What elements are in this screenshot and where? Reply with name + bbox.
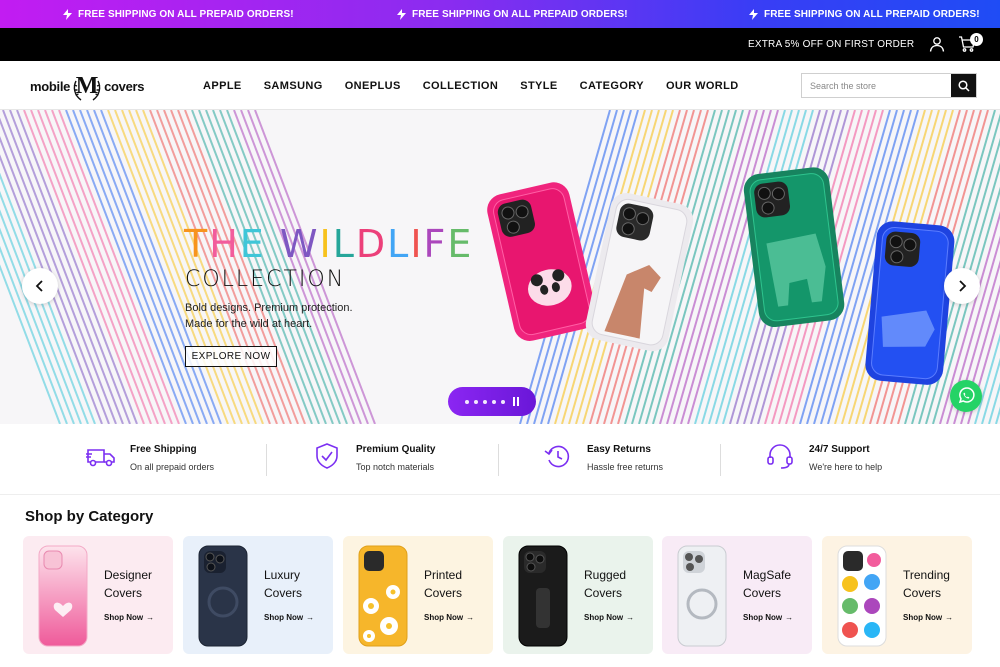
return-icon xyxy=(544,445,570,468)
arrow-right-icon: → xyxy=(466,613,475,622)
divider xyxy=(266,444,267,476)
logo-mark: M xyxy=(73,73,101,101)
slide-dot[interactable] xyxy=(491,399,496,404)
feature-free-shipping: Free Shipping On all prepaid orders xyxy=(86,441,214,472)
arrow-right-icon: → xyxy=(626,613,635,622)
shop-now-link[interactable]: Shop Now → xyxy=(743,613,793,622)
search-bar xyxy=(801,73,977,98)
whatsapp-icon xyxy=(958,387,975,404)
whatsapp-chat-button[interactable] xyxy=(950,380,982,412)
site-header: mobile M covers APPLE SAMSUNG ONEPLUS CO… xyxy=(0,61,1000,110)
feature-easy-returns: Easy Returns Hassle free returns xyxy=(543,441,663,472)
feature-support: 24/7 Support We're here to help xyxy=(765,441,882,472)
nav-our-world[interactable]: OUR WORLD xyxy=(666,80,739,92)
cart-count-badge: 0 xyxy=(970,33,983,46)
trending-case-image xyxy=(837,545,887,647)
category-card-magsafe[interactable]: MagSafe Covers Shop Now → xyxy=(662,536,812,654)
nav-apple[interactable]: APPLE xyxy=(203,80,242,92)
truck-icon xyxy=(86,449,115,467)
nav-collection[interactable]: COLLECTION xyxy=(423,80,499,92)
slide-dot[interactable] xyxy=(482,399,487,404)
hero-next-button[interactable] xyxy=(944,268,980,304)
luxury-case-image xyxy=(198,545,248,647)
nav-samsung[interactable]: SAMSUNG xyxy=(264,80,323,92)
designer-case-image xyxy=(38,545,88,647)
category-card-printed[interactable]: Printed Covers Shop Now → xyxy=(343,536,493,654)
pause-icon[interactable] xyxy=(512,397,520,406)
hero-background-art xyxy=(0,110,1000,424)
chevron-left-icon xyxy=(35,280,43,292)
slide-dot[interactable] xyxy=(473,399,478,404)
hero-subtitle: COLLECTION xyxy=(185,267,346,292)
promo-bar: FREE SHIPPING ON ALL PREPAID ORDERS! FRE… xyxy=(0,0,1000,28)
search-icon xyxy=(957,79,970,92)
arrow-right-icon: → xyxy=(146,613,155,622)
category-card-rugged[interactable]: Rugged Covers Shop Now → xyxy=(503,536,653,654)
divider xyxy=(498,444,499,476)
first-order-offer: EXTRA 5% OFF ON FIRST ORDER xyxy=(748,39,915,50)
lightning-icon xyxy=(63,8,72,20)
headset-icon xyxy=(767,444,793,469)
printed-case-image xyxy=(358,545,408,647)
shield-check-icon xyxy=(316,443,338,469)
user-icon[interactable] xyxy=(929,36,945,52)
slide-dot[interactable] xyxy=(464,399,469,404)
shop-now-link[interactable]: Shop Now → xyxy=(903,613,953,622)
divider xyxy=(720,444,721,476)
arrow-right-icon: → xyxy=(785,613,794,622)
phone-case-blue xyxy=(865,221,955,385)
shop-now-link[interactable]: Shop Now → xyxy=(264,613,314,622)
nav-oneplus[interactable]: ONEPLUS xyxy=(345,80,401,92)
lightning-icon xyxy=(749,8,758,20)
category-card-designer[interactable]: Designer Covers Shop Now → xyxy=(23,536,173,654)
arrow-right-icon: → xyxy=(306,613,315,622)
feature-premium-quality: Premium Quality Top notch materials xyxy=(312,441,435,472)
lightning-icon xyxy=(397,8,406,20)
promo-message: FREE SHIPPING ON ALL PREPAID ORDERS! xyxy=(63,0,294,28)
hero-description: Bold designs. Premium protection. Made f… xyxy=(185,302,353,330)
category-card-luxury[interactable]: Luxury Covers Shop Now → xyxy=(183,536,333,654)
promo-message: FREE SHIPPING ON ALL PREPAID ORDERS! xyxy=(749,0,980,28)
rugged-case-image xyxy=(518,545,568,647)
shop-now-link[interactable]: Shop Now → xyxy=(104,613,154,622)
search-button[interactable] xyxy=(951,74,976,97)
nav-category[interactable]: CATEGORY xyxy=(580,80,644,92)
top-bar: EXTRA 5% OFF ON FIRST ORDER 0 xyxy=(0,28,1000,61)
slider-pagination[interactable] xyxy=(448,387,536,416)
shop-now-link[interactable]: Shop Now → xyxy=(424,613,474,622)
nav-style[interactable]: STYLE xyxy=(520,80,557,92)
main-nav: APPLE SAMSUNG ONEPLUS COLLECTION STYLE C… xyxy=(203,61,739,110)
site-logo[interactable]: mobile M covers xyxy=(30,71,145,101)
chevron-right-icon xyxy=(959,280,967,292)
hero-prev-button[interactable] xyxy=(22,268,58,304)
magsafe-case-image xyxy=(677,545,727,647)
search-input[interactable] xyxy=(802,74,951,97)
explore-now-button[interactable]: EXPLORE NOW xyxy=(185,346,277,367)
slide-dot[interactable] xyxy=(500,399,505,404)
arrow-right-icon: → xyxy=(945,613,954,622)
hero-banner: THE WILDLIFE COLLECTION Bold designs. Pr… xyxy=(0,110,1000,424)
shop-now-link[interactable]: Shop Now → xyxy=(584,613,634,622)
section-title: Shop by Category xyxy=(25,508,154,525)
features-strip: Free Shipping On all prepaid orders Prem… xyxy=(0,424,1000,495)
category-card-trending[interactable]: Trending Covers Shop Now → xyxy=(822,536,972,654)
promo-message: FREE SHIPPING ON ALL PREPAID ORDERS! xyxy=(397,0,628,28)
hero-title: THE WILDLIFE xyxy=(184,222,474,266)
